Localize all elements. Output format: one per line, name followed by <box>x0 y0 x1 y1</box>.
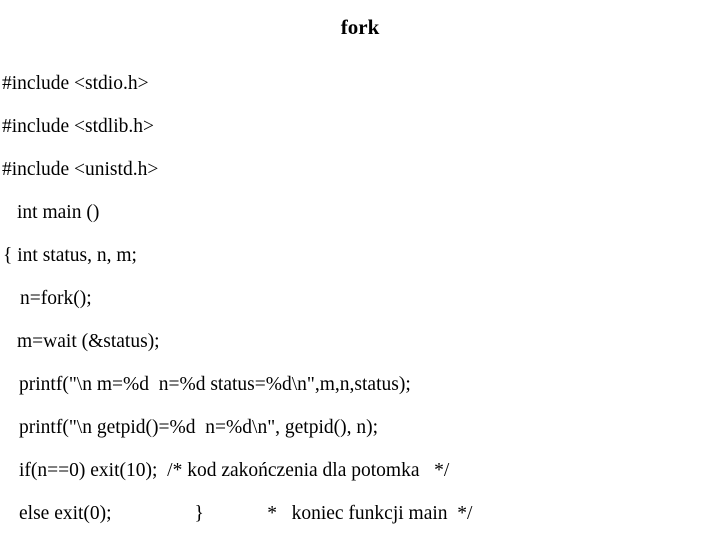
page-title: fork <box>340 15 380 39</box>
code-line: n=fork(); <box>20 288 92 309</box>
code-line: { int status, n, m; <box>3 245 137 266</box>
code-line: printf("\n getpid()=%d n=%d\n", getpid()… <box>19 417 379 438</box>
code-line: #include <stdio.h> <box>2 73 149 94</box>
code-line: if(n==0) exit(10); /* kod zakończenia dl… <box>19 460 450 481</box>
code-line: m=wait (&status); <box>17 331 160 352</box>
code-line: int main () <box>17 202 100 223</box>
code-line: else exit(0); } * koniec funkcji main */ <box>19 503 473 524</box>
code-block: #include <stdio.h> #include <stdlib.h> #in… <box>0 62 720 535</box>
slide-canvas: fork #include <stdio.h> #include <stdlib.… <box>0 0 720 540</box>
code-line: #include <stdlib.h> <box>2 116 154 137</box>
code-line: #include <unistd.h> <box>2 159 159 180</box>
code-line: printf("\n m=%d n=%d status=%d\n",m,n,st… <box>19 374 411 395</box>
